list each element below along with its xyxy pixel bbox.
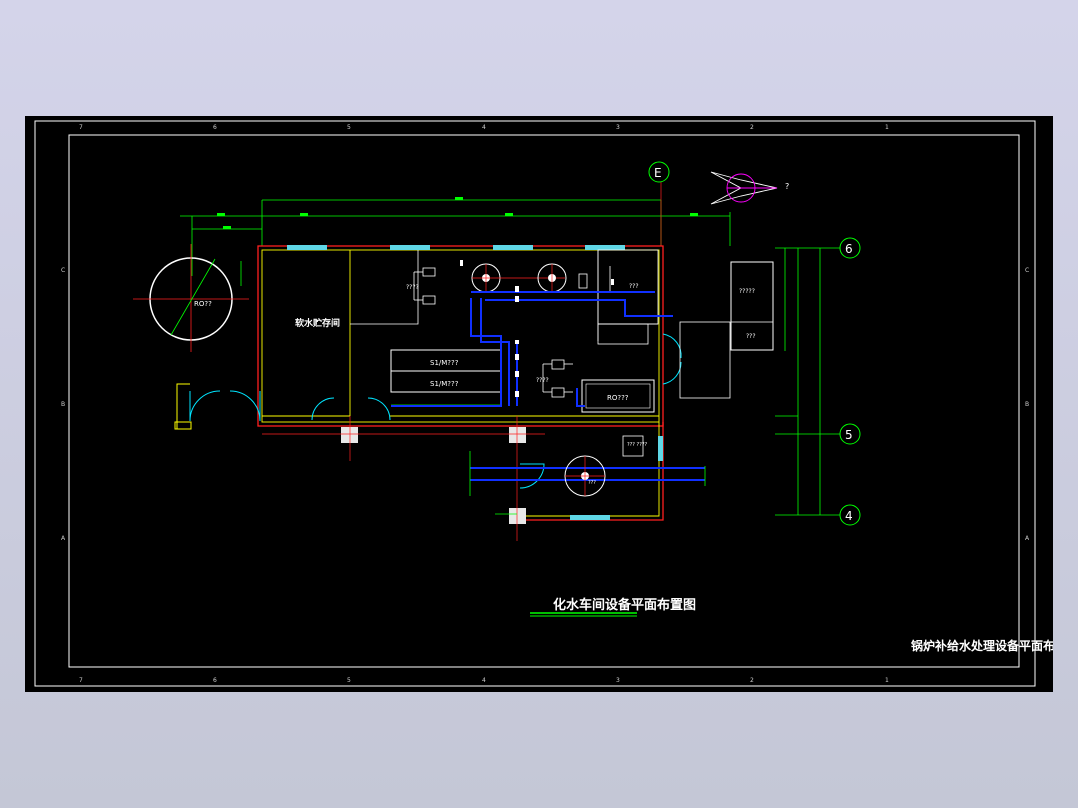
svg-text:6: 6 — [845, 242, 853, 256]
zone-number: 4 — [482, 677, 486, 684]
zone-number: 2 — [750, 677, 754, 684]
zone-letter: A — [1025, 535, 1030, 542]
storage-room-label: 软水贮存间 — [295, 317, 340, 329]
svg-text:??? ????: ??? ???? — [627, 442, 648, 448]
doors — [189, 333, 682, 489]
zone-number: 4 — [482, 124, 486, 131]
svg-text:?: ? — [785, 182, 789, 191]
side-frame — [679, 321, 731, 399]
small-box — [597, 323, 649, 345]
pump-group-mid-label: ???? — [536, 377, 549, 384]
grid-bubble-E: E — [648, 161, 670, 183]
lower-box: ??? ???? — [622, 435, 648, 457]
zone-number: 3 — [616, 124, 620, 131]
zone-number: 7 — [79, 124, 83, 131]
softener-tanks: S1/M??? S1/M??? — [390, 349, 502, 393]
outer-frame — [34, 120, 1036, 687]
side-cabinet: ????? ??? — [730, 261, 774, 351]
svg-text:?????: ????? — [739, 288, 755, 295]
softener-2-label: S1/M??? — [430, 380, 459, 388]
building-walls — [257, 245, 664, 521]
zone-number: 5 — [347, 677, 351, 684]
zone-number: 6 — [213, 677, 217, 684]
axis-lines — [262, 176, 662, 541]
top-dimensions — [180, 199, 731, 276]
zone-number: 6 — [213, 124, 217, 131]
zone-number: 2 — [750, 124, 754, 131]
svg-text:???: ??? — [588, 480, 596, 486]
grid-bubble-6: 6 — [839, 237, 861, 259]
zone-number: 7 — [79, 677, 83, 684]
border-top-numbers: 7 6 5 4 3 2 1 — [79, 124, 889, 131]
inner-frame — [68, 134, 1020, 668]
cad-viewport[interactable]: 7 6 5 4 3 2 1 7 6 5 4 3 2 1 C B A C B A — [25, 116, 1053, 692]
svg-text:E: E — [654, 166, 662, 180]
border-side-letters: C B A C B A — [61, 267, 1030, 542]
filter-label: ??? — [629, 283, 639, 290]
tank-label: RO?? — [194, 300, 212, 308]
zone-letter: B — [61, 401, 65, 408]
zone-letter: C — [1025, 267, 1029, 274]
zone-number: 3 — [616, 677, 620, 684]
zone-letter: B — [1025, 401, 1029, 408]
svg-text:4: 4 — [845, 509, 853, 523]
grid-bubble-4: 4 — [839, 504, 861, 526]
svg-text:???: ??? — [746, 333, 756, 340]
right-dimensions — [775, 247, 840, 516]
grid-bubble-5: 5 — [839, 423, 861, 445]
zone-letter: A — [61, 535, 66, 542]
border-bottom-numbers: 7 6 5 4 3 2 1 — [79, 677, 889, 684]
small-valve — [578, 273, 588, 289]
zone-number: 1 — [885, 124, 889, 131]
zone-letter: C — [61, 267, 65, 274]
cad-drawing: 7 6 5 4 3 2 1 7 6 5 4 3 2 1 C B A C B A — [34, 120, 1053, 687]
north-arrow: ? — [710, 171, 789, 205]
corner-title: 锅炉补给水处理设备平面布置图 — [911, 638, 1053, 653]
left-tank: RO?? — [133, 244, 249, 352]
lower-pump: ??? — [564, 455, 606, 497]
zone-number: 1 — [885, 677, 889, 684]
zone-number: 5 — [347, 124, 351, 131]
softener-1-label: S1/M??? — [430, 359, 459, 367]
svg-text:5: 5 — [845, 428, 853, 442]
upper-equipment-room — [350, 250, 436, 325]
top-dimension-ticks — [217, 197, 698, 229]
svg-text:化水车间设备平面布置图: 化水车间设备平面布置图 — [553, 597, 696, 613]
main-title: 化水车间设备平面布置图 — [530, 597, 696, 617]
pump-group-top-label: ???? — [406, 284, 419, 291]
svg-text:RO???: RO??? — [607, 394, 629, 402]
columns — [341, 427, 526, 524]
ro-unit: RO??? — [581, 379, 655, 413]
filter-room — [597, 249, 659, 325]
